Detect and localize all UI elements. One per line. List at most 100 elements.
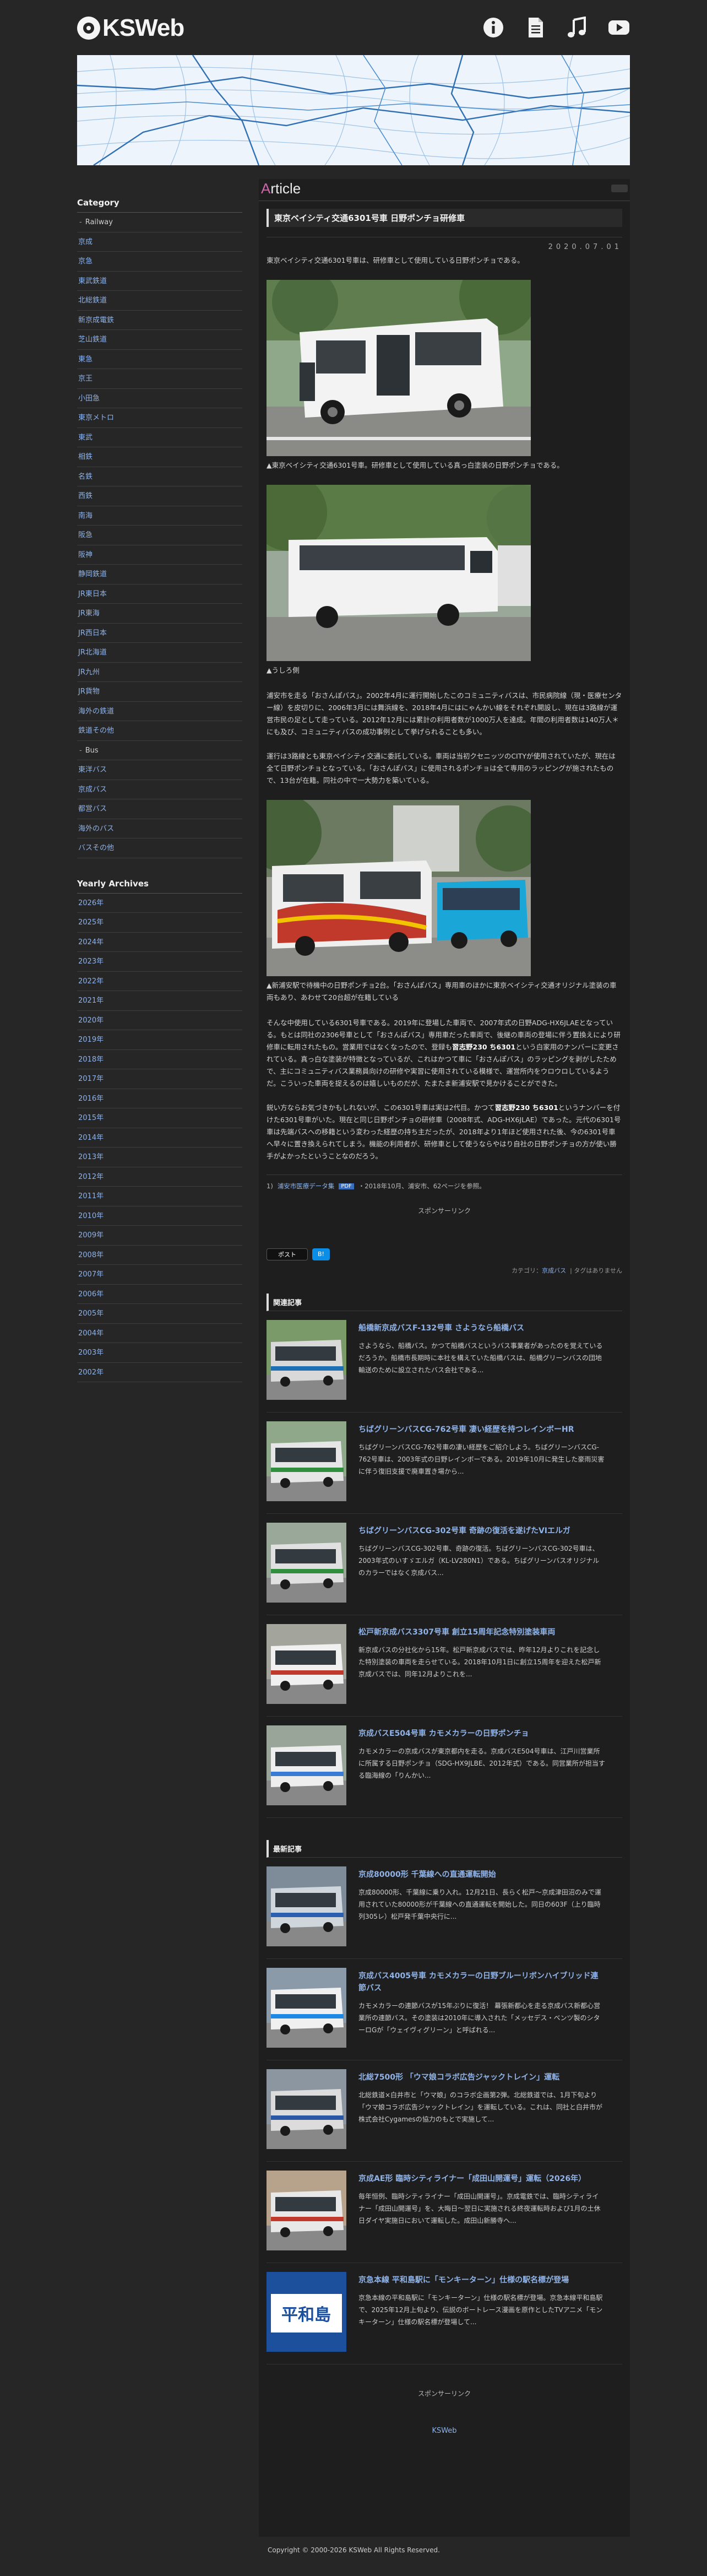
article-card-title[interactable]: 松戸新京成バス3307号車 創立15周年記念特別塗装車両	[358, 1626, 605, 1638]
sidebar-year-item[interactable]: 2025年	[77, 913, 242, 933]
sidebar-category-item[interactable]: 鉄道その他	[77, 721, 242, 741]
sidebar-year-item[interactable]: 2009年	[77, 1226, 242, 1246]
latest-article-card[interactable]: 京成80000形 千葉線への直通運転開始 京成80000形、千葉線に乗り入れ。12…	[267, 1866, 622, 1959]
music-icon[interactable]	[566, 17, 588, 39]
article-card-title[interactable]: 京成AE形 臨時シティライナー「成田山開運号」運転（2026年）	[358, 2173, 605, 2185]
info-icon[interactable]	[482, 17, 504, 39]
sidebar-category-item[interactable]: JR東海	[77, 604, 242, 624]
article-card-title[interactable]: 京成バス4005号車 カモメカラーの日野ブルーリボンハイブリッド連節バス	[358, 1970, 605, 1994]
sidebar-year-item[interactable]: 2017年	[77, 1069, 242, 1089]
sidebar-category-item[interactable]: バスその他	[77, 838, 242, 858]
sidebar-category-item[interactable]: 海外のバス	[77, 819, 242, 838]
latest-article-card[interactable]: 平和島 京急本線 平和島駅に「モンキーターン」仕様の駅名標が登場 京急本線の平和島駅…	[267, 2272, 622, 2364]
latest-article-card[interactable]: 京成AE形 臨時シティライナー「成田山開運号」運転（2026年） 毎年恒例、臨時シ…	[267, 2171, 622, 2263]
sidebar-category-item[interactable]: 阪神	[77, 545, 242, 565]
article-thumbnail[interactable]	[267, 1725, 346, 1805]
site-logo[interactable]: KSWeb	[77, 14, 184, 41]
related-article-card[interactable]: 京成バスE504号車 カモメカラーの日野ポンチョ カモメカラーの京成バスが東京都内…	[267, 1725, 622, 1818]
sidebar-year-item[interactable]: 2003年	[77, 1343, 242, 1363]
sidebar-year-item[interactable]: 2005年	[77, 1304, 242, 1324]
sidebar-year-item[interactable]: 2014年	[77, 1128, 242, 1148]
sidebar-category-item[interactable]: 京成バス	[77, 780, 242, 799]
sidebar-category-item[interactable]: 小田急	[77, 389, 242, 408]
footer-home-link[interactable]: KSWeb	[259, 2427, 630, 2435]
sidebar-category-item[interactable]: 東武鉄道	[77, 272, 242, 291]
sidebar-category-item[interactable]: 東武	[77, 428, 242, 447]
article-thumbnail[interactable]: 平和島	[267, 2272, 346, 2352]
sidebar-category-item[interactable]: JR北海道	[77, 643, 242, 663]
sidebar-category-item[interactable]: 京成	[77, 232, 242, 252]
article-thumbnail[interactable]	[267, 1523, 346, 1603]
sidebar-category-item[interactable]: 都営バス	[77, 799, 242, 819]
sidebar-category-item[interactable]: 東洋バス	[77, 760, 242, 780]
sidebar-year-item[interactable]: 2006年	[77, 1285, 242, 1304]
latest-article-card[interactable]: 北総7500形 「ウマ娘コラボ広告ジャックトレイン」運転 北総鉄道×白井市と「ウマ…	[267, 2069, 622, 2162]
sidebar-category-item[interactable]: 名鉄	[77, 467, 242, 486]
sidebar-category-item[interactable]: 東急	[77, 350, 242, 369]
article-thumbnail[interactable]	[267, 2171, 346, 2250]
sidebar-category-item[interactable]: 海外の鉄道	[77, 702, 242, 721]
document-icon[interactable]	[524, 17, 546, 39]
article-card-title[interactable]: 船橋新京成バスF-132号車 さようなら船橋バス	[358, 1322, 605, 1334]
related-article-card[interactable]: 松戸新京成バス3307号車 創立15周年記念特別塗装車両 新京成バスの分社化から1…	[267, 1624, 622, 1717]
sidebar-category-item[interactable]: 新京成電鉄	[77, 311, 242, 330]
article-card-title[interactable]: 京急本線 平和島駅に「モンキーターン」仕様の駅名標が登場	[358, 2274, 605, 2286]
sidebar-year-item[interactable]: 2020年	[77, 1011, 242, 1030]
buses-at-station-photo[interactable]	[267, 800, 531, 976]
article-card-title[interactable]: 北総7500形 「ウマ娘コラボ広告ジャックトレイン」運転	[358, 2071, 605, 2083]
sidebar-category-item[interactable]: 阪急	[77, 526, 242, 545]
sidebar-category-item[interactable]: 南海	[77, 506, 242, 526]
latest-article-card[interactable]: 京成バス4005号車 カモメカラーの日野ブルーリボンハイブリッド連節バス カモメカ…	[267, 1968, 622, 2060]
sidebar-year-item[interactable]: 2015年	[77, 1108, 242, 1128]
article-thumbnail[interactable]	[267, 1866, 346, 1946]
article-thumbnail[interactable]	[267, 1624, 346, 1704]
related-article-card[interactable]: ちばグリーンバスCG-762号車 凄い経歴を持つレインボーHR ちばグリーンバスC…	[267, 1421, 622, 1514]
bus-photo-rear[interactable]	[267, 485, 531, 661]
sidebar-year-item[interactable]: 2021年	[77, 991, 242, 1011]
article-thumbnail[interactable]	[267, 2069, 346, 2149]
bus-photo-front[interactable]	[267, 280, 531, 456]
article-card-title[interactable]: 京成80000形 千葉線への直通運転開始	[358, 1869, 605, 1881]
x-post-button[interactable]: ポスト	[267, 1248, 308, 1260]
category-group-0[interactable]: Railway	[77, 213, 242, 232]
sidebar-category-item[interactable]: JR東日本	[77, 585, 242, 604]
sidebar-category-item[interactable]: 京急	[77, 252, 242, 272]
hatena-bookmark-button[interactable]: B!	[312, 1248, 330, 1260]
sidebar-category-item[interactable]: 芝山鉄道	[77, 330, 242, 350]
sidebar-year-item[interactable]: 2010年	[77, 1206, 242, 1226]
article-card-title[interactable]: ちばグリーンバスCG-302号車 奇跡の復活を遂げたVIエルガ	[358, 1525, 605, 1537]
article-card-title[interactable]: 京成バスE504号車 カモメカラーの日野ポンチョ	[358, 1728, 605, 1740]
sidebar-year-item[interactable]: 2024年	[77, 933, 242, 952]
sidebar-category-item[interactable]: JR西日本	[77, 624, 242, 643]
sidebar-category-item[interactable]: JR貨物	[77, 682, 242, 702]
sidebar-year-item[interactable]: 2013年	[77, 1148, 242, 1167]
sidebar-category-item[interactable]: 西鉄	[77, 486, 242, 506]
sidebar-category-item[interactable]: 静岡鉄道	[77, 565, 242, 585]
sidebar-category-item[interactable]: 北総鉄道	[77, 291, 242, 311]
category-group-27[interactable]: Bus	[77, 741, 242, 760]
article-thumbnail[interactable]	[267, 1421, 346, 1501]
sidebar-category-item[interactable]: JR九州	[77, 663, 242, 682]
related-article-card[interactable]: ちばグリーンバスCG-302号車 奇跡の復活を遂げたVIエルガ ちばグリーンバスC…	[267, 1523, 622, 1615]
article-thumbnail[interactable]	[267, 1968, 346, 2048]
sidebar-year-item[interactable]: 2004年	[77, 1324, 242, 1343]
sidebar-year-item[interactable]: 2007年	[77, 1265, 242, 1285]
related-article-card[interactable]: 船橋新京成バスF-132号車 さようなら船橋バス さようなら、船橋バス。かつて船橋…	[267, 1320, 622, 1413]
sidebar-year-item[interactable]: 2012年	[77, 1167, 242, 1187]
sidebar-category-item[interactable]: 東京メトロ	[77, 408, 242, 428]
sidebar-year-item[interactable]: 2026年	[77, 894, 242, 913]
footnote-link[interactable]: 浦安市医療データ集	[278, 1182, 335, 1190]
article-card-title[interactable]: ちばグリーンバスCG-762号車 凄い経歴を持つレインボーHR	[358, 1424, 605, 1436]
sidebar-category-item[interactable]: 京王	[77, 369, 242, 389]
youtube-icon[interactable]	[608, 17, 630, 39]
sidebar-year-item[interactable]: 2008年	[77, 1246, 242, 1265]
article-thumbnail[interactable]	[267, 1320, 346, 1400]
sidebar-year-item[interactable]: 2016年	[77, 1089, 242, 1108]
sidebar-year-item[interactable]: 2018年	[77, 1050, 242, 1069]
sidebar-category-item[interactable]: 相鉄	[77, 447, 242, 467]
sidebar-year-item[interactable]: 2002年	[77, 1363, 242, 1382]
sidebar-year-item[interactable]: 2023年	[77, 952, 242, 972]
category-link[interactable]: 京成バス	[542, 1267, 566, 1274]
sidebar-year-item[interactable]: 2011年	[77, 1187, 242, 1206]
sidebar-year-item[interactable]: 2019年	[77, 1030, 242, 1050]
